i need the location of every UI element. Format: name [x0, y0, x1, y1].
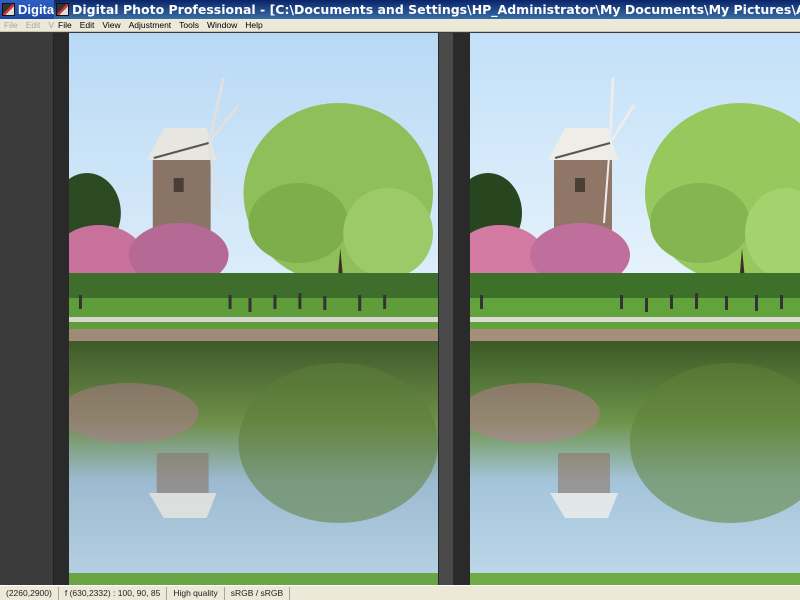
front-window-titlebar[interactable]: Digital Photo Professional - [C:\Documen…	[54, 0, 800, 19]
status-cursor-info: f (630,2332) : 100, 90, 85	[59, 586, 168, 600]
image-pane-original[interactable]	[54, 33, 438, 585]
photo-adjusted[interactable]	[470, 33, 800, 585]
windmill-photo	[69, 33, 438, 585]
menu-help[interactable]: Help	[241, 19, 266, 32]
menu-tools[interactable]: Tools	[175, 19, 203, 32]
window-title: Digital Photo Professional - [C:\Documen…	[72, 2, 800, 17]
photo-original[interactable]	[69, 33, 438, 585]
menu-file[interactable]: File	[54, 19, 76, 32]
menubar: File Edit View Adjustment Tools Window H…	[54, 19, 800, 32]
back-window-menubar: File Edit V	[0, 19, 54, 32]
image-pane-adjusted[interactable]	[454, 33, 800, 585]
back-window-workspace	[0, 33, 54, 585]
menu-window[interactable]: Window	[203, 19, 241, 32]
menu-adjustment[interactable]: Adjustment	[125, 19, 176, 32]
status-image-size: (2260,2900)	[0, 586, 59, 600]
status-quality: High quality	[167, 586, 225, 600]
pane-divider[interactable]	[438, 33, 454, 585]
menu-edit[interactable]: Edit	[76, 19, 99, 32]
menu-view[interactable]: View	[98, 19, 124, 32]
back-window-titlebar[interactable]: Digital	[0, 0, 54, 19]
back-window-title: Digital	[18, 2, 54, 17]
app-icon	[56, 3, 69, 16]
status-color-space: sRGB / sRGB	[225, 586, 291, 600]
back-menu-file[interactable]: File	[0, 19, 22, 32]
windmill-photo-adjusted	[470, 33, 800, 585]
app-icon	[2, 3, 15, 16]
status-bar: (2260,2900) f (630,2332) : 100, 90, 85 H…	[0, 585, 800, 600]
back-menu-edit[interactable]: Edit	[22, 19, 45, 32]
